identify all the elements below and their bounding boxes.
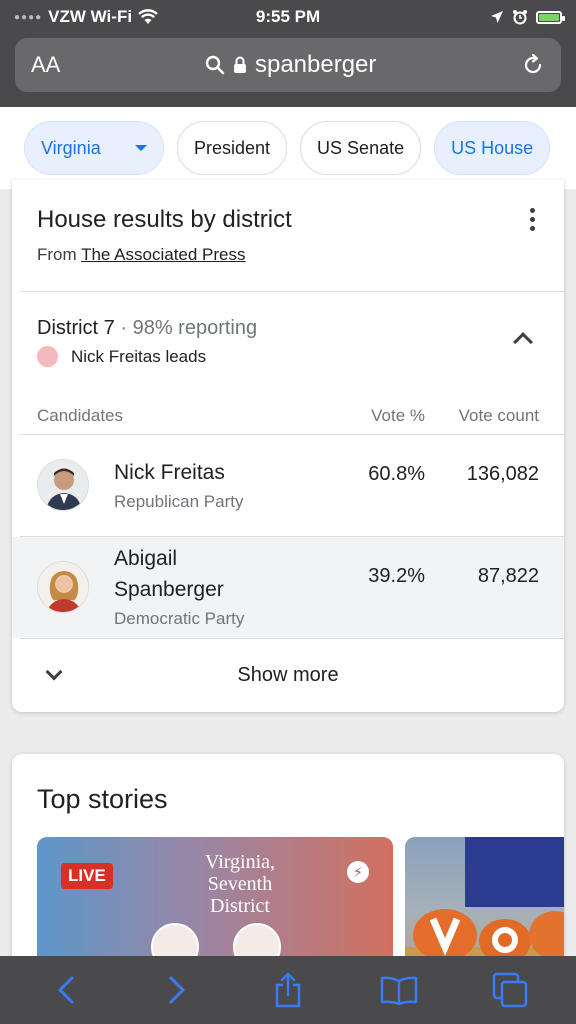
table-row[interactable]: Abigail Spanberger Democratic Party 39.2…	[12, 537, 564, 638]
avatar	[37, 561, 89, 613]
results-source: From The Associated Press	[37, 245, 246, 264]
candidate-name: Nick Freitas	[114, 461, 225, 484]
back-icon	[58, 976, 74, 1004]
vote-percent: 60.8%	[368, 463, 425, 485]
house-results-card: House results by district From The Assoc…	[12, 180, 564, 712]
battery-icon	[536, 10, 565, 24]
bookmarks-icon	[380, 976, 418, 1005]
vote-count: 136,082	[466, 463, 539, 485]
chevron-down-icon	[135, 145, 147, 151]
forward-button[interactable]	[153, 966, 201, 1014]
chip-us-house[interactable]: US House	[434, 121, 551, 175]
chevron-up-icon[interactable]	[513, 332, 533, 352]
reload-icon[interactable]	[521, 53, 545, 77]
more-options-icon[interactable]	[528, 208, 536, 231]
story-headline: Virginia, Seventh District	[204, 851, 276, 917]
district-name: District 7	[37, 317, 115, 339]
header-vote-count: Vote count	[458, 406, 539, 425]
wifi-icon	[138, 9, 158, 24]
share-button[interactable]	[264, 966, 312, 1014]
location-arrow-icon	[491, 11, 503, 23]
reporting-status: 98% reporting	[132, 317, 258, 339]
results-title: House results by district	[37, 206, 292, 233]
top-stories-title: Top stories	[37, 784, 168, 814]
browser-chrome: ●●●● VZW Wi-Fi 9:55 PM AA spanberger	[0, 0, 576, 107]
chip-virginia[interactable]: Virginia	[24, 121, 164, 175]
leader-indicator: Nick Freitas leads	[37, 346, 206, 367]
header-candidates: Candidates	[37, 406, 124, 425]
candidate-name: Abigail Spanberger	[114, 547, 224, 601]
lock-icon	[233, 56, 246, 73]
chevron-down-icon	[45, 663, 63, 681]
tabs-button[interactable]	[486, 966, 534, 1014]
filter-chips: Virginia President US Senate US House	[0, 107, 576, 189]
status-bar: ●●●● VZW Wi-Fi 9:55 PM	[0, 0, 576, 34]
vote-percent: 39.2%	[368, 565, 425, 587]
avatar	[37, 459, 89, 511]
url-text[interactable]: spanberger	[255, 51, 376, 79]
alarm-icon	[513, 10, 527, 25]
forward-icon	[169, 976, 185, 1004]
amp-lightning-icon: ⚡	[347, 861, 369, 883]
carrier-label: VZW Wi-Fi	[48, 7, 133, 26]
district-header: District 7 · 98% reporting	[37, 317, 258, 339]
leader-text: Nick Freitas leads	[71, 346, 207, 366]
candidate-party: Democratic Party	[114, 609, 245, 628]
table-row[interactable]: Nick Freitas Republican Party 60.8% 136,…	[12, 435, 564, 536]
back-button[interactable]	[42, 966, 90, 1014]
vote-count: 87,822	[477, 565, 539, 587]
divider	[20, 291, 564, 292]
search-icon	[205, 55, 225, 75]
bookmarks-button[interactable]	[375, 966, 423, 1014]
tabs-icon	[493, 972, 528, 1008]
url-bar[interactable]: AA spanberger	[15, 38, 561, 92]
browser-toolbar	[0, 956, 576, 1024]
chip-president[interactable]: President	[177, 121, 288, 175]
chip-us-senate[interactable]: US Senate	[300, 121, 422, 175]
text-size-button[interactable]: AA	[31, 52, 60, 78]
candidate-party: Republican Party	[114, 492, 244, 511]
party-color-dot	[37, 346, 58, 367]
signal-dots-icon: ●●●●	[14, 11, 43, 23]
source-link[interactable]: The Associated Press	[81, 245, 245, 264]
share-icon	[275, 972, 301, 1008]
header-vote-pct: Vote %	[371, 406, 425, 425]
show-more-button[interactable]: Show more	[12, 638, 564, 712]
